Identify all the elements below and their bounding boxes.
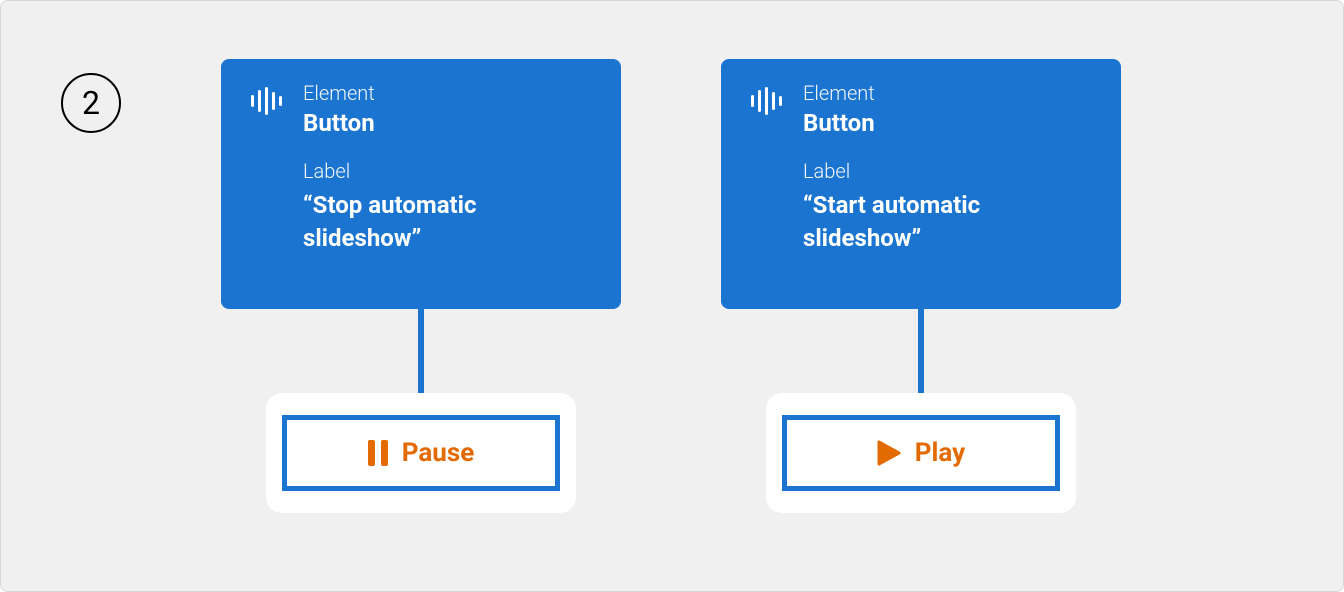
annotation-group-pause: Element Button Label “Stop automatic sli…	[221, 59, 621, 513]
connector-line	[918, 309, 924, 401]
sound-wave-icon	[249, 81, 285, 119]
label-value: “Stop automatic slideshow”	[303, 189, 593, 254]
pause-icon	[368, 440, 388, 466]
element-heading: Element	[803, 81, 1093, 105]
button-container-pause: Pause	[266, 393, 576, 513]
play-button-label: Play	[915, 438, 965, 468]
play-button[interactable]: Play	[782, 415, 1060, 491]
diagram-container: 2 Element Button	[0, 0, 1344, 592]
annotation-card-pause: Element Button Label “Stop automatic sli…	[221, 59, 621, 309]
step-number: 2	[82, 84, 100, 122]
label-heading: Label	[803, 159, 1093, 183]
label-heading: Label	[303, 159, 593, 183]
element-value: Button	[303, 107, 593, 139]
annotation-group-play: Element Button Label “Start automatic sl…	[721, 59, 1121, 513]
play-icon	[877, 440, 901, 466]
pause-button[interactable]: Pause	[282, 415, 560, 491]
pause-button-label: Pause	[402, 438, 475, 468]
step-number-badge: 2	[61, 73, 121, 133]
label-value: “Start automatic slideshow”	[803, 189, 1093, 254]
sound-wave-icon	[749, 81, 785, 119]
element-value: Button	[803, 107, 1093, 139]
element-heading: Element	[303, 81, 593, 105]
connector-line	[418, 309, 424, 401]
button-container-play: Play	[766, 393, 1076, 513]
annotation-card-play: Element Button Label “Start automatic sl…	[721, 59, 1121, 309]
